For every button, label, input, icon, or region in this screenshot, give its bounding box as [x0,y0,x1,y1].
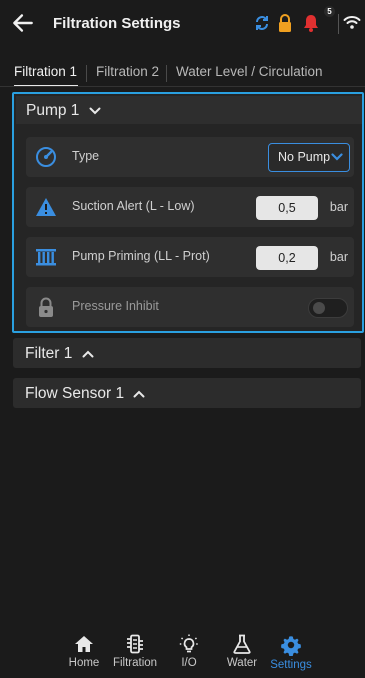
lock-icon[interactable] [277,13,293,33]
tab-bar: Filtration 1 Filtration 2 Water Level / … [0,56,365,87]
pump-type-select[interactable]: No Pump [268,143,350,172]
type-row: Type No Pump [26,137,354,177]
bell-icon[interactable] [303,13,319,33]
suction-alert-label: Suction Alert (L - Low) [72,199,195,213]
pressure-inhibit-toggle[interactable] [308,298,348,318]
pump-title-text: Pump 1 [26,102,80,119]
chevron-up-icon [133,390,145,398]
chevron-down-icon [89,107,101,115]
pump-section: Pump 1 Type No Pump Suction Alert (L - L… [12,92,364,333]
wifi-icon [343,16,361,29]
pressure-inhibit-label: Pressure Inhibit [72,299,159,313]
sync-icon[interactable] [253,13,271,33]
tab-water-level-circulation[interactable]: Water Level / Circulation [176,64,323,79]
nav-filtration[interactable]: Filtration [105,630,165,669]
page-title: Filtration Settings [53,15,181,32]
pump-priming-label: Pump Priming (LL - Prot) [72,249,210,263]
filter-title-text: Filter 1 [25,345,73,362]
flow-sensor-section-title: Flow Sensor 1 [25,385,145,403]
pressure-inhibit-row: Pressure Inhibit [26,287,354,327]
pressure-gauge-bars-icon [36,249,56,266]
pump-type-value: No Pump [278,150,331,164]
tab-divider [166,65,167,82]
suction-alert-row: Suction Alert (L - Low) 0,5 bar [26,187,354,227]
gear-icon [281,636,301,656]
suction-alert-unit: bar [329,200,348,214]
pump-section-header[interactable]: Pump 1 [16,96,362,124]
nav-settings[interactable]: Settings [261,630,321,671]
notification-badge: 5 [324,6,335,17]
filtration-icon [127,634,143,654]
flow-sensor-section-header[interactable]: Flow Sensor 1 [13,378,361,408]
flask-icon [233,634,251,654]
tab-filtration-2[interactable]: Filtration 2 [96,64,159,79]
nav-settings-label: Settings [270,659,312,671]
chevron-up-icon [82,350,94,358]
nav-filtration-label: Filtration [112,657,158,669]
bottom-navigation: Home Filtration I/O Water Settings [0,630,365,678]
speedometer-icon [36,147,56,167]
nav-io[interactable]: I/O [159,630,219,669]
filter-section-title: Filter 1 [25,345,94,363]
toggle-knob [313,302,325,314]
header-divider [338,14,339,34]
pump-priming-input[interactable]: 0,2 [256,246,318,270]
app-header: Filtration Settings 5 [0,0,365,48]
chevron-down-icon [331,153,343,161]
suction-alert-input[interactable]: 0,5 [256,196,318,220]
filter-section-header[interactable]: Filter 1 [13,338,361,368]
lock-icon [39,297,53,317]
pump-priming-row: Pump Priming (LL - Prot) 0,2 bar [26,237,354,277]
type-label: Type [72,149,100,163]
back-arrow-icon[interactable] [10,10,36,36]
warning-triangle-icon [36,198,56,216]
flow-sensor-title-text: Flow Sensor 1 [25,385,125,402]
tab-divider [86,65,87,82]
home-icon [75,636,93,652]
nav-io-label: I/O [181,657,197,669]
pump-priming-unit: bar [329,250,348,264]
tabs-divider [0,86,365,87]
pump-section-title: Pump 1 [26,102,101,120]
tab-filtration-1[interactable]: Filtration 1 [14,64,77,79]
lightbulb-icon [179,634,199,653]
